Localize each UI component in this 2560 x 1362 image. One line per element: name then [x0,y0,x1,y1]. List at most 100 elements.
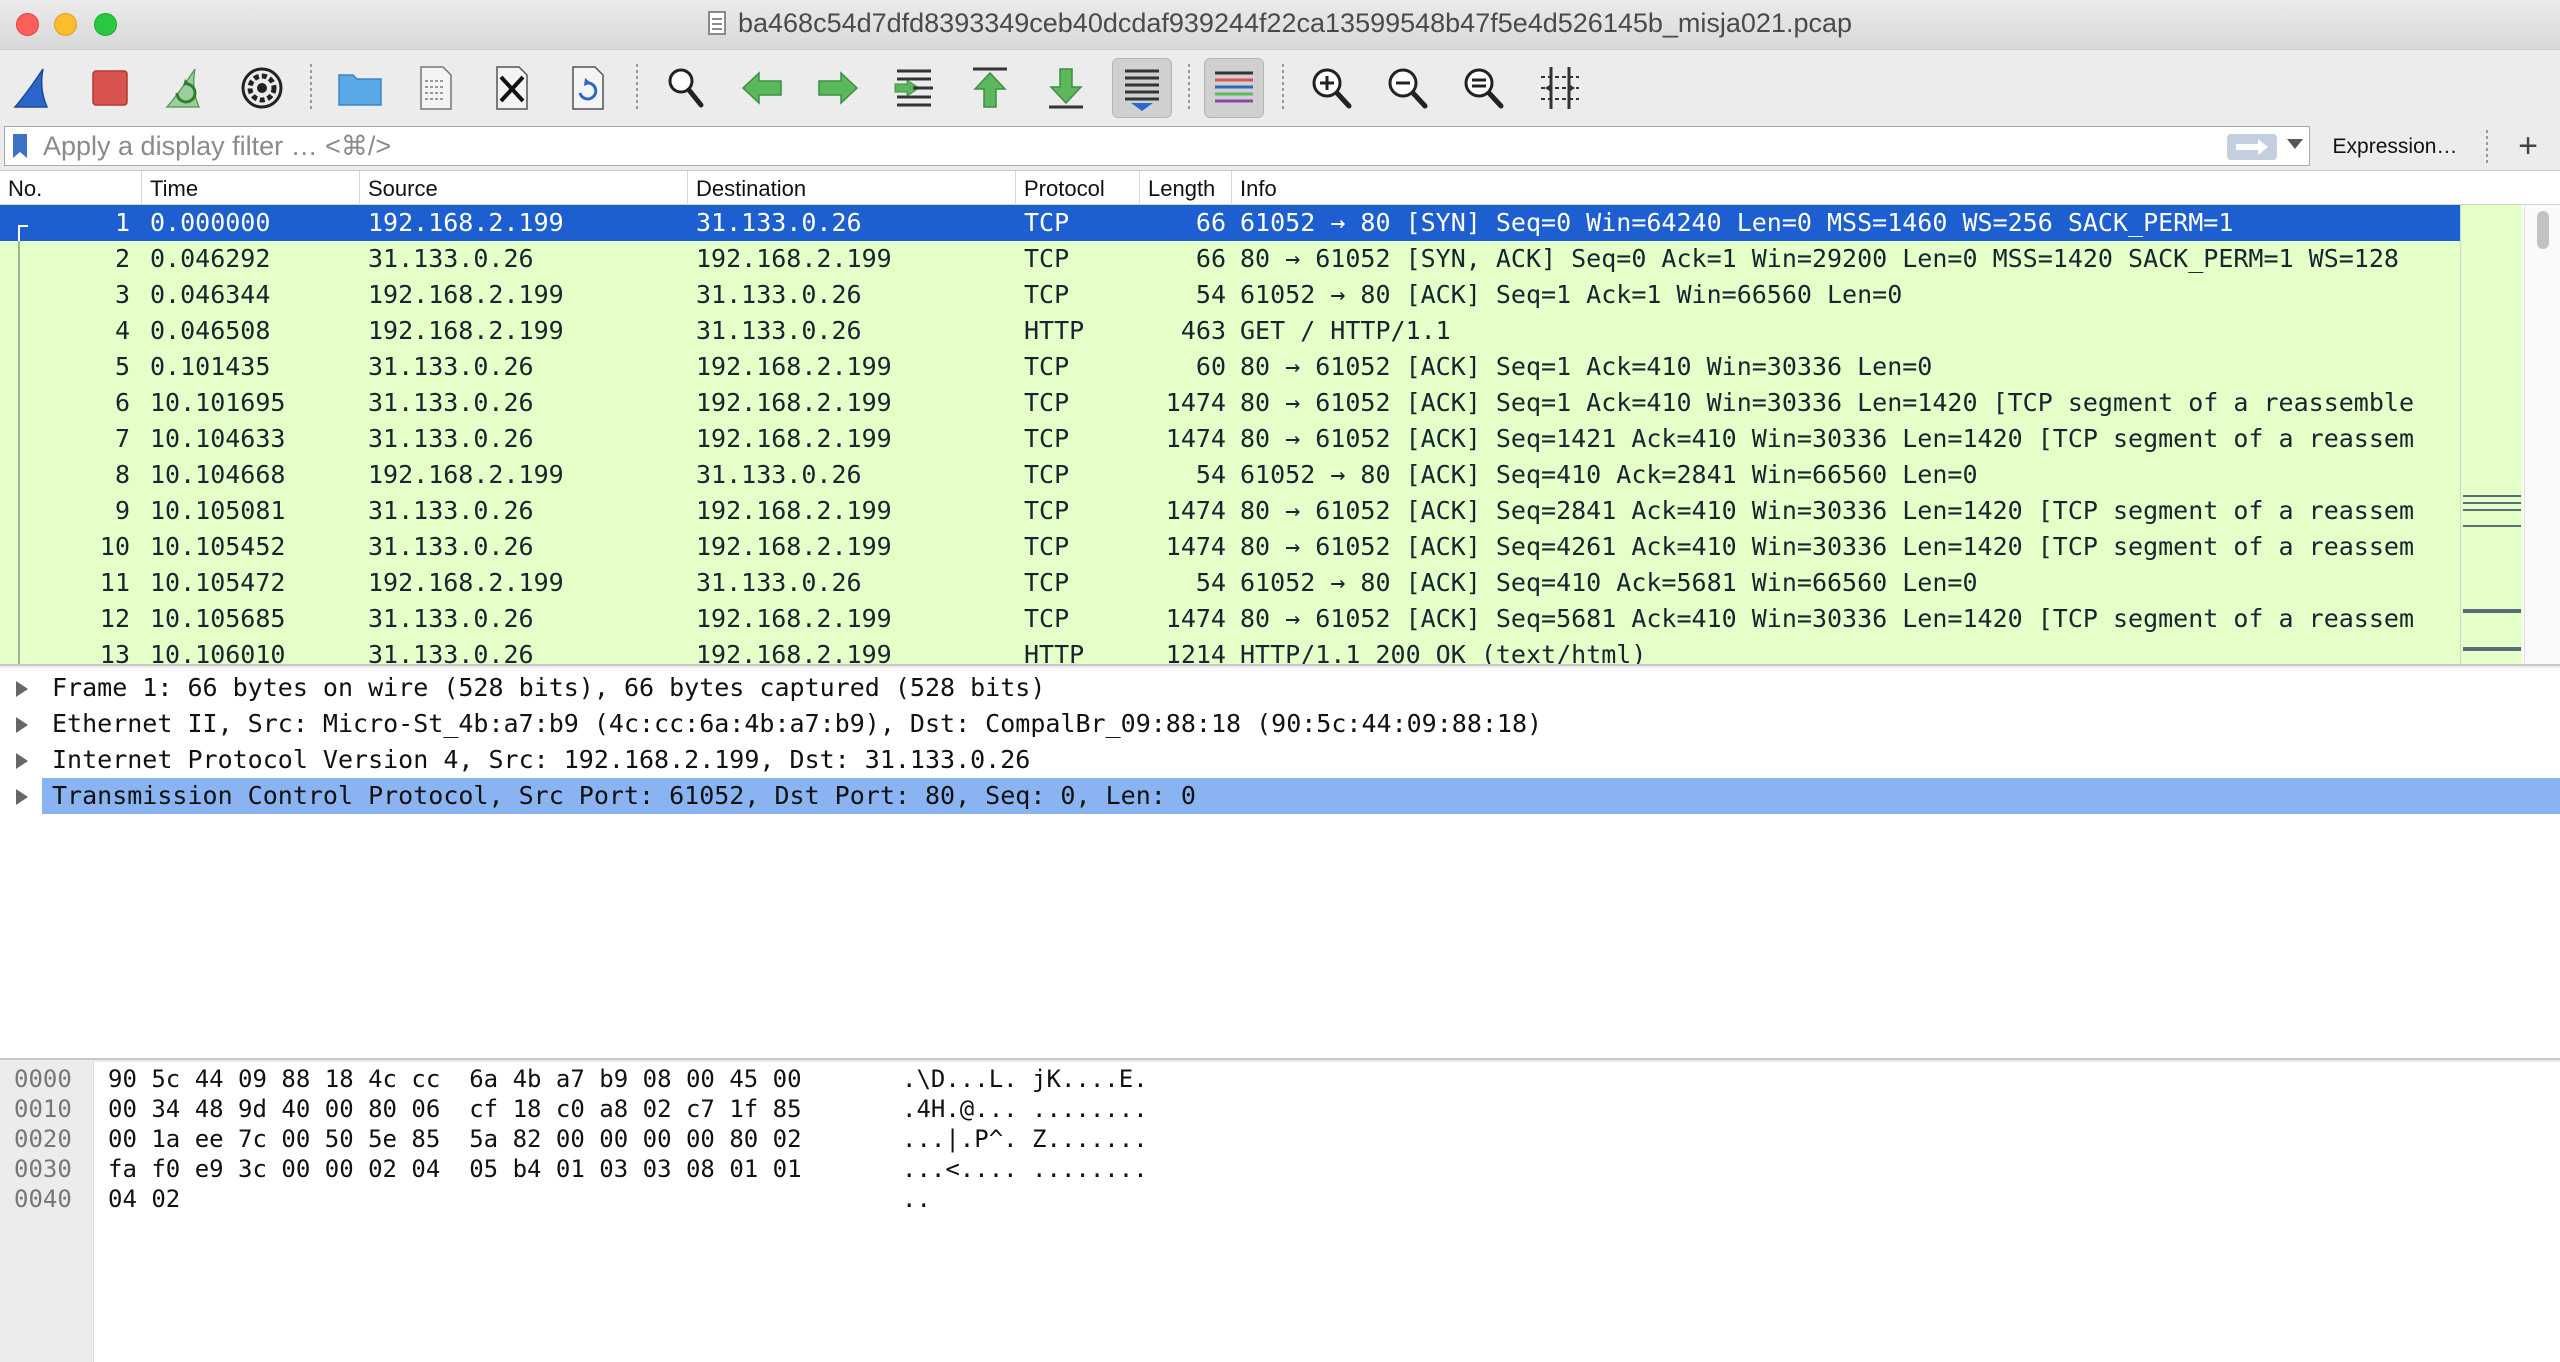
zoom-in-button[interactable] [1302,58,1362,118]
packet-cell-dst: 31.133.0.26 [696,460,862,489]
display-filter-input[interactable] [43,127,2213,165]
find-packet-button[interactable] [656,58,716,118]
expand-triangle-icon[interactable] [16,789,28,805]
bookmark-icon[interactable] [13,134,27,158]
bytes-hex[interactable]: 00 34 48 9d 40 00 80 06 cf 18 c0 a8 02 c… [108,1094,802,1124]
packet-cell-len: 1474 [1165,388,1226,417]
packet-cell-time: 10.105685 [150,604,286,633]
column-header-length[interactable]: Length [1140,171,1232,205]
chevron-down-icon[interactable] [2287,139,2303,149]
expand-triangle-icon[interactable] [16,681,28,697]
capture-options-button[interactable] [232,58,292,118]
arrow-down-icon [1049,68,1083,109]
packet-row[interactable]: 9 10.105081 31.133.0.26 192.168.2.199 TCP 147… [0,493,2460,529]
packet-cell-time: 0.046344 [150,280,271,309]
packet-cell-len: 1474 [1165,604,1226,633]
expand-triangle-icon[interactable] [16,753,28,769]
scrollbar-thumb[interactable] [2537,211,2549,249]
packet-row[interactable]: 10 10.105452 31.133.0.26 192.168.2.199 TCP 14… [0,529,2460,565]
packet-row[interactable]: 4 0.046508 192.168.2.199 31.133.0.26 HTTP 463… [0,313,2460,349]
packet-cell-len: 463 [1180,316,1226,345]
add-filter-button[interactable]: + [2508,126,2548,166]
packet-cell-src: 192.168.2.199 [368,316,564,345]
detail-tree-label: Ethernet II, Src: Micro-St_4b:a7:b9 (4c:… [52,709,1543,738]
column-header-destination[interactable]: Destination [688,171,1016,205]
go-forward-button[interactable] [808,58,868,118]
column-header-source[interactable]: Source [360,171,688,205]
detail-tree-item[interactable]: Frame 1: 66 bytes on wire (528 bits), 66… [0,670,2560,706]
packet-cell-info: 80 → 61052 [ACK] Seq=1 Ack=410 Win=30336… [1240,352,1933,381]
packet-cell-info: HTTP/1.1 200 OK (text/html) [1240,640,1647,666]
open-file-button[interactable] [330,58,390,118]
packet-cell-dst: 192.168.2.199 [696,352,892,381]
column-header-protocol[interactable]: Protocol [1016,171,1140,205]
packet-row[interactable]: 5 0.101435 31.133.0.26 192.168.2.199 TCP 60 80… [0,349,2460,385]
toolbar-separator [1188,64,1190,112]
detail-tree-item[interactable]: Transmission Control Protocol, Src Port:… [0,778,2560,814]
packet-cell-dst: 31.133.0.26 [696,280,862,309]
packet-cell-info: 80 → 61052 [ACK] Seq=4261 Ack=410 Win=30… [1240,532,2414,561]
restart-capture-button[interactable] [156,58,216,118]
packet-cell-len: 1474 [1165,424,1226,453]
packet-cell-src: 31.133.0.26 [368,604,534,633]
detail-tree-item[interactable]: Ethernet II, Src: Micro-St_4b:a7:b9 (4c:… [0,706,2560,742]
packet-row[interactable]: 13 10.106010 31.133.0.26 192.168.2.199 HTTP 1… [0,637,2460,666]
bytes-ascii[interactable]: .\D...L. jK....E. [902,1064,1148,1094]
bytes-ascii[interactable]: ...<.... ........ [902,1154,1148,1184]
start-capture-button[interactable] [4,58,64,118]
go-back-button[interactable] [732,58,792,118]
bytes-hex[interactable]: fa f0 e9 3c 00 00 02 04 05 b4 01 03 03 0… [108,1154,802,1184]
packet-row[interactable]: 8 10.104668 192.168.2.199 31.133.0.26 TCP 54 6… [0,457,2460,493]
packet-row[interactable]: 1 0.000000 192.168.2.199 31.133.0.26 TCP 66 61… [0,205,2460,241]
filter-separator [2486,130,2488,164]
save-file-button[interactable] [406,58,466,118]
close-file-button[interactable] [482,58,542,118]
packet-row[interactable]: 3 0.046344 192.168.2.199 31.133.0.26 TCP 54 61… [0,277,2460,313]
bytes-ascii[interactable]: ...|.P^. Z....... [902,1124,1148,1154]
apply-filter-button[interactable] [2227,134,2277,160]
packet-cell-proto: TCP [1024,244,1070,273]
bytes-hex[interactable]: 04 02 [108,1184,180,1214]
zoom-out-button[interactable] [1378,58,1438,118]
packet-cell-time: 10.105472 [150,568,286,597]
packet-cell-dst: 192.168.2.199 [696,496,892,525]
packet-cell-src: 31.133.0.26 [368,532,534,561]
bytes-ascii[interactable]: .. [902,1184,931,1214]
go-first-packet-button[interactable] [960,58,1020,118]
bytes-ascii[interactable]: .4H.@... ........ [902,1094,1148,1124]
colorize-button[interactable] [1204,58,1264,118]
packet-cell-time: 0.046292 [150,244,271,273]
conversation-bracket-icon [18,225,28,241]
expand-triangle-icon[interactable] [16,717,28,733]
packet-row[interactable]: 7 10.104633 31.133.0.26 192.168.2.199 TCP 147… [0,421,2460,457]
packet-row[interactable]: 11 10.105472 192.168.2.199 31.133.0.26 TCP 54… [0,565,2460,601]
packet-cell-info: 61052 → 80 [ACK] Seq=410 Ack=5681 Win=66… [1240,568,1978,597]
resize-columns-button[interactable] [1530,58,1590,118]
packet-minimap[interactable] [2460,205,2522,664]
stop-icon [92,70,128,106]
packet-row[interactable]: 2 0.046292 31.133.0.26 192.168.2.199 TCP 66 80… [0,241,2460,277]
zoom-in-icon [1312,68,1352,109]
normal-size-button[interactable] [1454,58,1514,118]
autoscroll-button[interactable] [1112,58,1172,118]
column-header-info[interactable]: Info [1232,171,2560,205]
detail-tree-label: Internet Protocol Version 4, Src: 192.16… [52,745,1031,774]
bytes-hex[interactable]: 90 5c 44 09 88 18 4c cc 6a 4b a7 b9 08 0… [108,1064,802,1094]
packet-row[interactable]: 12 10.105685 31.133.0.26 192.168.2.199 TCP 14… [0,601,2460,637]
expression-button[interactable]: Expression… [2320,130,2470,164]
column-header-time[interactable]: Time [142,171,360,205]
go-to-packet-button[interactable] [884,58,944,118]
reload-file-button[interactable] [558,58,618,118]
packet-row[interactable]: 6 10.101695 31.133.0.26 192.168.2.199 TCP 147… [0,385,2460,421]
column-header-no[interactable]: No. [0,171,142,205]
detail-tree-item[interactable]: Internet Protocol Version 4, Src: 192.16… [0,742,2560,778]
packet-cell-src: 192.168.2.199 [368,280,564,309]
stop-capture-button[interactable] [80,58,140,118]
bytes-row: 0010 00 34 48 9d 40 00 80 06 cf 18 c0 a8 … [0,1094,2560,1124]
packet-cell-len: 1214 [1165,640,1226,666]
packet-list-scrollbar[interactable] [2524,205,2560,664]
reload-icon [572,66,604,110]
go-last-packet-button[interactable] [1036,58,1096,118]
bytes-hex[interactable]: 00 1a ee 7c 00 50 5e 85 5a 82 00 00 00 0… [108,1124,802,1154]
gear-icon [241,67,283,109]
